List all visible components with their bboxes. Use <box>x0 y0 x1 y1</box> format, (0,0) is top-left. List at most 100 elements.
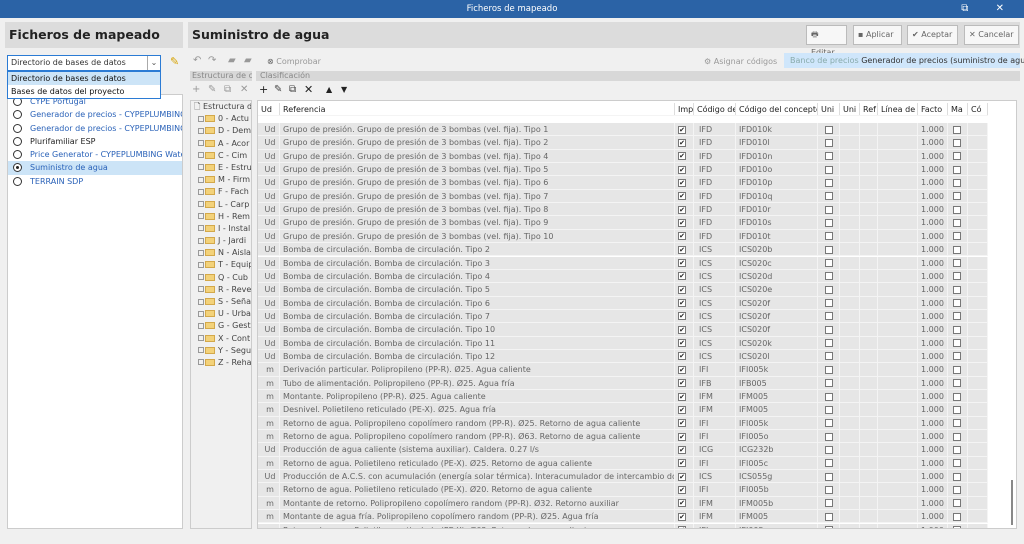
imp-checkbox[interactable]: ✔ <box>678 259 686 267</box>
dropdown-option[interactable]: Bases de datos del proyecto <box>8 85 160 98</box>
column-header[interactable]: Uni <box>818 103 840 116</box>
column-header[interactable]: Facto <box>918 103 948 116</box>
table-row[interactable]: Ud Grupo de presión. Grupo de presión de … <box>258 136 988 150</box>
add-icon[interactable]: + <box>192 84 200 95</box>
column-header[interactable]: Ma <box>948 103 968 116</box>
imp-checkbox[interactable]: ✔ <box>678 365 686 374</box>
tree-node[interactable]: 0 - Actu <box>191 113 251 125</box>
tree-node[interactable]: S - Seña <box>191 296 251 308</box>
tree-node[interactable]: U - Urba <box>191 308 251 320</box>
tree-node[interactable]: G - Gest <box>191 320 251 332</box>
imp-checkbox[interactable]: ✔ <box>678 405 686 414</box>
radio-button[interactable] <box>13 176 22 186</box>
checkbox[interactable] <box>953 512 961 521</box>
checkbox[interactable] <box>825 485 833 494</box>
table-row[interactable]: m Retorno de agua. Polipropileno copolíme… <box>258 430 988 444</box>
imp-checkbox[interactable]: ✔ <box>678 218 686 227</box>
tree-node[interactable]: A - Acor <box>191 138 251 150</box>
imp-checkbox[interactable]: ✔ <box>678 245 686 254</box>
checkbox[interactable] <box>953 218 961 227</box>
column-header[interactable]: Có <box>968 103 988 116</box>
imp-checkbox[interactable]: ✔ <box>678 285 686 294</box>
checkbox[interactable] <box>953 192 961 201</box>
check-button[interactable]: ⊗ Comprobar <box>267 57 321 66</box>
table-row[interactable]: m Montante de retorno. Polipropileno copo… <box>258 496 988 511</box>
imp-checkbox[interactable]: ✔ <box>678 339 686 348</box>
expand-icon[interactable] <box>198 249 204 256</box>
database-item[interactable]: Plurifamiliar ESP <box>8 135 182 148</box>
column-header[interactable]: Referencia <box>280 103 675 116</box>
expand-icon[interactable] <box>198 188 204 195</box>
table-row[interactable]: m Montante de agua fría. Polipropileno co… <box>258 510 988 524</box>
checkbox[interactable] <box>953 379 961 388</box>
move-down-icon[interactable]: ▼ <box>341 85 347 94</box>
expand-icon[interactable] <box>198 237 204 244</box>
column-header[interactable]: Ud <box>258 103 280 116</box>
checkbox[interactable] <box>953 445 961 454</box>
expand-icon[interactable] <box>198 140 204 147</box>
expand-icon[interactable] <box>198 347 204 354</box>
column-header[interactable]: Imp <box>675 103 694 116</box>
checkbox[interactable] <box>825 405 833 414</box>
table-row[interactable]: m Retorno de agua. Polipropileno copolíme… <box>258 416 988 431</box>
imp-checkbox[interactable]: ✔ <box>678 205 686 214</box>
checkbox[interactable] <box>825 152 833 161</box>
move-up-icon[interactable]: ▲ <box>326 85 332 94</box>
checkbox[interactable] <box>825 125 833 134</box>
expand-icon[interactable] <box>198 322 204 329</box>
checkbox[interactable] <box>825 259 833 267</box>
imp-checkbox[interactable]: ✔ <box>678 178 686 187</box>
expand-icon[interactable] <box>198 115 204 122</box>
assign-codes-button[interactable]: ⚙ Asignar códigos <box>704 57 777 66</box>
tree-node[interactable]: E - Estru <box>191 162 251 174</box>
checkbox[interactable] <box>953 485 961 494</box>
table-row[interactable]: Ud Grupo de presión. Grupo de presión de … <box>258 123 988 137</box>
imp-checkbox[interactable]: ✔ <box>678 419 686 428</box>
checkbox[interactable] <box>953 205 961 214</box>
tree-node[interactable]: L - Carp <box>191 199 251 211</box>
edit-button[interactable]: 🖶 Editar <box>806 25 847 57</box>
expand-icon[interactable] <box>198 286 204 293</box>
table-row[interactable]: Ud Bomba de circulación. Bomba de circula… <box>258 283 988 297</box>
imp-checkbox[interactable]: ✔ <box>678 325 686 334</box>
imp-checkbox[interactable]: ✔ <box>678 472 686 481</box>
checkbox[interactable] <box>953 232 961 241</box>
checkbox[interactable] <box>953 138 961 147</box>
expand-icon[interactable] <box>198 127 204 134</box>
chevron-down-icon[interactable]: ⌄ <box>147 56 160 70</box>
column-header[interactable]: Línea de c <box>878 103 918 116</box>
checkbox[interactable] <box>953 419 961 428</box>
checkbox[interactable] <box>953 459 961 468</box>
imp-checkbox[interactable]: ✔ <box>678 512 686 521</box>
accept-button[interactable]: ✔ Aceptar <box>907 25 958 45</box>
database-item[interactable]: Suministro de agua <box>8 161 182 175</box>
checkbox[interactable] <box>953 325 961 334</box>
checkbox[interactable] <box>953 365 961 374</box>
imp-checkbox[interactable]: ✔ <box>678 232 686 241</box>
table-row[interactable]: Ud Grupo de presión. Grupo de presión de … <box>258 176 988 190</box>
expand-icon[interactable] <box>198 201 204 207</box>
copy-icon[interactable]: ⧉ <box>224 84 231 95</box>
imp-checkbox[interactable]: ✔ <box>678 272 686 281</box>
table-row[interactable]: Ud Grupo de presión. Grupo de presión de … <box>258 163 988 177</box>
checkbox[interactable] <box>953 352 961 361</box>
delete-icon[interactable]: ✕ <box>240 84 248 95</box>
checkbox[interactable] <box>825 392 833 401</box>
imp-checkbox[interactable]: ✔ <box>678 138 686 147</box>
table-row[interactable]: Ud Bomba de circulación. Bomba de circula… <box>258 256 988 270</box>
checkbox[interactable] <box>953 245 961 254</box>
checkbox[interactable] <box>953 178 961 187</box>
checkbox[interactable] <box>825 365 833 374</box>
add-icon[interactable]: + <box>259 83 268 96</box>
cancel-button[interactable]: ✕ Cancelar <box>964 25 1019 45</box>
imp-checkbox[interactable]: ✔ <box>678 392 686 401</box>
imp-checkbox[interactable]: ✔ <box>678 379 686 388</box>
table-row[interactable]: Ud Producción de agua caliente (sistema a… <box>258 443 988 457</box>
radio-button[interactable] <box>13 110 22 120</box>
redo-icon[interactable]: ↷ <box>208 55 216 66</box>
checkbox[interactable] <box>825 178 833 187</box>
checkbox[interactable] <box>825 325 833 334</box>
checkbox[interactable] <box>825 218 833 227</box>
checkbox[interactable] <box>825 499 833 508</box>
checkbox[interactable] <box>825 205 833 214</box>
